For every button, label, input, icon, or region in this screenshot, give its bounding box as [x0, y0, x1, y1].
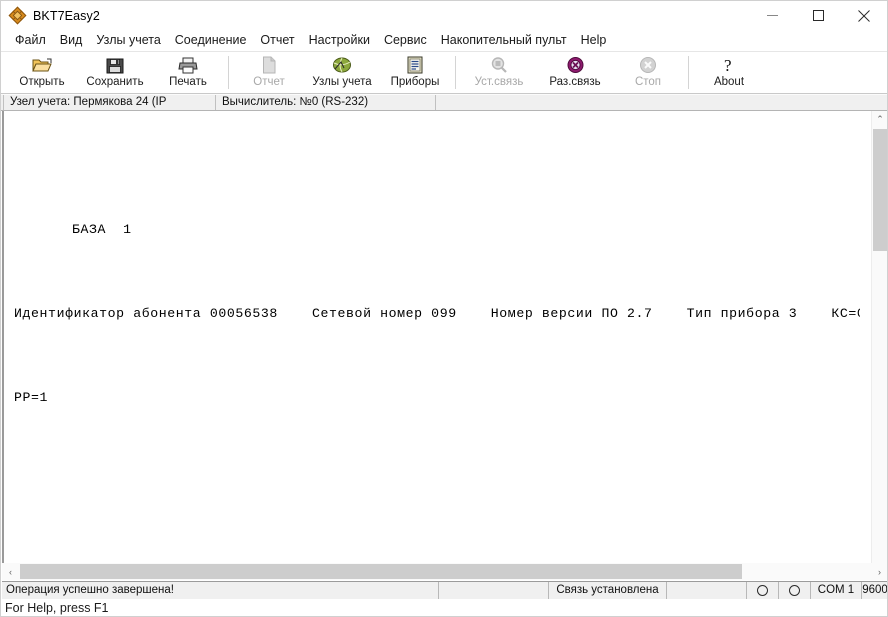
toolbar-separator-2 — [455, 56, 456, 89]
printer-icon — [178, 55, 198, 75]
rx-led-icon — [757, 585, 768, 596]
toolbar-label-connect: Уст.связь — [474, 76, 524, 88]
toolbar-separator-3 — [688, 56, 689, 89]
maximize-button[interactable] — [795, 1, 841, 30]
toolbar-label-nodes: Узлы учета — [312, 76, 372, 88]
window-title: BKT7Easy2 — [33, 8, 100, 23]
toolbar-button-disconnect[interactable]: Раз.связь — [537, 52, 613, 93]
info-bar-node: Узел учета: Пермякова 24 (IP — [4, 95, 216, 110]
status-com-port: COM 1 — [811, 582, 862, 599]
application-window: BKT7Easy2 Файл Вид Узлы учета Соединение… — [0, 0, 888, 617]
open-folder-icon — [32, 55, 52, 75]
status-link-state: Связь установлена — [549, 582, 667, 599]
report-document-frame: БАЗА 1 Идентификатор абонента 00056538 С… — [2, 111, 887, 578]
toolbar-button-report[interactable]: Отчет — [234, 52, 304, 93]
menu-item-settings[interactable]: Настройки — [302, 32, 377, 49]
minimize-button[interactable] — [749, 1, 795, 30]
diamond-cluster-icon — [8, 6, 27, 24]
window-controls — [749, 1, 887, 30]
toolbar-label-open: Открыть — [19, 76, 65, 88]
globe-nodes-icon — [332, 55, 352, 75]
toolbar-label-stop: Стоп — [634, 76, 662, 88]
toolbar-label-about: About — [713, 76, 745, 88]
floppy-save-icon — [106, 55, 124, 75]
question-help-icon: ? — [722, 55, 736, 75]
help-hint-bar: For Help, press F1 — [1, 599, 887, 616]
menu-item-storage-unit[interactable]: Накопительный пульт — [434, 32, 574, 49]
status-blank-1 — [439, 582, 549, 599]
horizontal-scrollbar[interactable]: ‹ › — [2, 563, 887, 580]
scroll-left-arrow-icon[interactable]: ‹ — [2, 563, 19, 580]
scroll-up-arrow-icon[interactable]: ⌃ — [872, 111, 887, 128]
report-document[interactable]: БАЗА 1 Идентификатор абонента 00056538 С… — [6, 111, 860, 559]
device-list-icon — [407, 55, 423, 75]
vertical-scrollbar[interactable]: ⌃ ⌄ — [871, 111, 887, 578]
svg-text:?: ? — [724, 56, 732, 74]
toolbar-label-save: Сохранить — [86, 76, 144, 88]
report-rr-line: PP=1 — [14, 389, 49, 405]
menu-item-report[interactable]: Отчет — [253, 32, 301, 49]
report-header-line: Идентификатор абонента 00056538 Сетевой … — [14, 305, 860, 321]
menu-item-nodes[interactable]: Узлы учета — [89, 32, 167, 49]
toolbar: Открыть Сохранить Печать Отчет Узлы учет… — [1, 51, 887, 94]
info-bar-computer: Вычислитель: №0 (RS-232) — [216, 95, 436, 110]
toolbar-button-connect[interactable]: Уст.связь — [461, 52, 537, 93]
menu-item-view[interactable]: Вид — [53, 32, 90, 49]
menu-bar: Файл Вид Узлы учета Соединение Отчет Нас… — [1, 30, 887, 51]
vertical-scroll-thumb[interactable] — [873, 129, 887, 251]
report-section1-title: ОБЩИЕ — [6, 555, 860, 559]
toolbar-button-devices[interactable]: Приборы — [380, 52, 450, 93]
menu-item-service[interactable]: Сервис — [377, 32, 434, 49]
horizontal-scroll-thumb[interactable] — [20, 564, 742, 579]
status-message: Операция успешно завершена! — [2, 582, 439, 599]
menu-item-file[interactable]: Файл — [8, 32, 53, 49]
toolbar-label-report: Отчет — [253, 76, 285, 88]
document-report-icon — [262, 55, 277, 75]
scroll-right-arrow-icon[interactable]: › — [871, 563, 887, 580]
status-bar: Операция успешно завершена! Связь устано… — [2, 581, 888, 599]
toolbar-button-save[interactable]: Сохранить — [77, 52, 153, 93]
toolbar-button-stop[interactable]: Стоп — [613, 52, 683, 93]
toolbar-separator-1 — [228, 56, 229, 89]
status-baud-rate: 9600 — [862, 584, 888, 596]
toolbar-button-open[interactable]: Открыть — [7, 52, 77, 93]
tx-led-icon — [789, 585, 800, 596]
status-rx-led-cell — [747, 582, 779, 599]
toolbar-button-nodes[interactable]: Узлы учета — [304, 52, 380, 93]
connect-magnifier-icon — [490, 55, 509, 75]
status-tx-led-cell — [779, 582, 811, 599]
close-button[interactable] — [841, 1, 887, 30]
toolbar-button-print[interactable]: Печать — [153, 52, 223, 93]
client-area: БАЗА 1 Идентификатор абонента 00056538 С… — [2, 111, 887, 578]
toolbar-button-about[interactable]: ? About — [694, 52, 764, 93]
disconnect-x-icon — [566, 55, 585, 75]
report-base-title: БАЗА 1 — [72, 222, 132, 237]
menu-item-connection[interactable]: Соединение — [168, 32, 254, 49]
title-bar: BKT7Easy2 — [1, 1, 887, 30]
status-blank-2 — [667, 582, 747, 599]
toolbar-label-disconnect: Раз.связь — [549, 76, 601, 88]
stop-x-icon — [639, 55, 657, 75]
info-bar-extra — [436, 95, 887, 110]
menu-item-help[interactable]: Help — [574, 32, 614, 49]
toolbar-label-devices: Приборы — [390, 76, 440, 88]
toolbar-label-print: Печать — [169, 76, 207, 88]
info-bar: Узел учета: Пермякова 24 (IP Вычислитель… — [1, 94, 887, 111]
report-blank-1 — [6, 471, 860, 492]
